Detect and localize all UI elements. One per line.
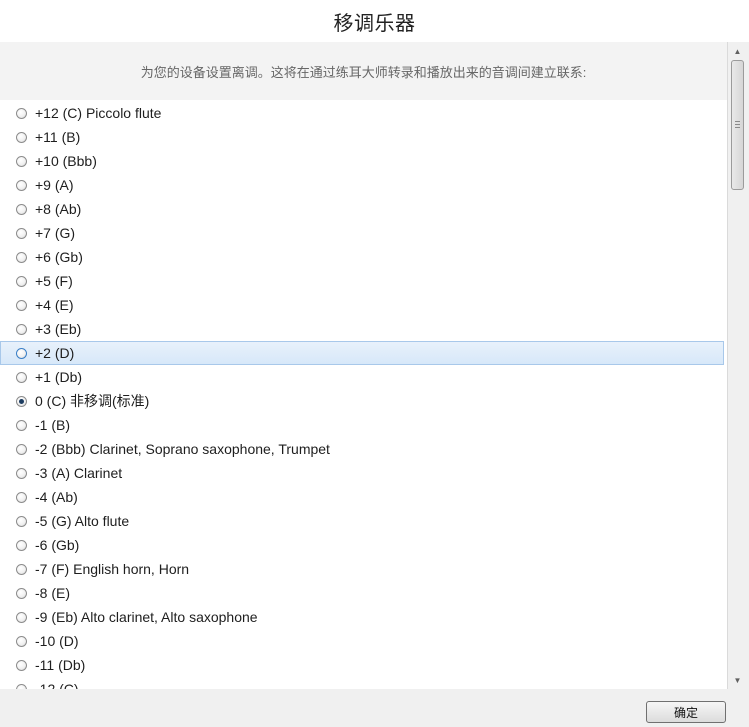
scroll-thumb[interactable]: [731, 60, 744, 190]
grip-line: [735, 127, 740, 128]
radio-unchecked-icon[interactable]: [16, 515, 27, 527]
radio-option[interactable]: -11 (Db): [0, 653, 724, 677]
radio-option-label: -11 (Db): [35, 657, 86, 673]
radio-option[interactable]: -5 (G) Alto flute: [0, 509, 724, 533]
radio-option[interactable]: +6 (Gb): [0, 245, 724, 269]
radio-option[interactable]: +3 (Eb): [0, 317, 724, 341]
scroll-up-icon[interactable]: ▲: [730, 43, 745, 59]
radio-group: +12 (C) Piccolo flute +11 (B) +10 (Bbb) +9 …: [0, 101, 727, 689]
radio-unchecked-icon[interactable]: [16, 155, 27, 167]
dialog-description: 为您的设备设置离调。这将在通过练耳大师转录和播放出来的音调间建立联系:: [0, 42, 727, 100]
radio-option[interactable]: +9 (A): [0, 173, 724, 197]
radio-unchecked-icon[interactable]: [16, 107, 27, 119]
radio-option-label: -9 (Eb) Alto clarinet, Alto saxophone: [35, 609, 258, 625]
ok-button[interactable]: 确定: [646, 701, 726, 723]
radio-option[interactable]: +1 (Db): [0, 365, 724, 389]
radio-unchecked-icon[interactable]: [16, 419, 27, 431]
radio-option-label: +1 (Db): [35, 369, 83, 385]
radio-option[interactable]: -6 (Gb): [0, 533, 724, 557]
radio-option-label: +9 (A): [35, 177, 74, 193]
radio-option-label: +4 (E): [35, 297, 74, 313]
dialog-title: 移调乐器: [333, 12, 416, 35]
radio-option-label: +7 (G): [35, 225, 76, 241]
radio-option-label: +11 (B): [35, 129, 81, 145]
radio-unchecked-icon[interactable]: [16, 299, 27, 311]
grip-line: [735, 124, 740, 125]
radio-unchecked-icon[interactable]: [16, 347, 27, 359]
radio-unchecked-icon[interactable]: [16, 443, 27, 455]
radio-option-label: -12 (C): [35, 681, 79, 689]
radio-option-label: +8 (Ab): [35, 201, 82, 217]
radio-option[interactable]: -2 (Bbb) Clarinet, Soprano saxophone, Tr…: [0, 437, 724, 461]
radio-unchecked-icon[interactable]: [16, 563, 27, 575]
dialog-title-bar: 移调乐器: [0, 0, 749, 42]
radio-checked-icon[interactable]: [16, 395, 27, 407]
radio-unchecked-icon[interactable]: [16, 635, 27, 647]
radio-option-label: +6 (Gb): [35, 249, 83, 265]
radio-unchecked-icon[interactable]: [16, 203, 27, 215]
radio-option[interactable]: +2 (D): [0, 341, 724, 365]
radio-option[interactable]: -8 (E): [0, 581, 724, 605]
radio-unchecked-icon[interactable]: [16, 659, 27, 671]
radio-option[interactable]: -10 (D): [0, 629, 724, 653]
radio-option[interactable]: -12 (C): [0, 677, 724, 689]
radio-option-label: -3 (A) Clarinet: [35, 465, 123, 481]
radio-unchecked-icon[interactable]: [16, 611, 27, 623]
radio-option-label: +2 (D): [35, 345, 75, 361]
radio-unchecked-icon[interactable]: [16, 539, 27, 551]
radio-option-label: +12 (C) Piccolo flute: [35, 105, 162, 121]
radio-option-label: -1 (B): [35, 417, 70, 433]
radio-unchecked-icon[interactable]: [16, 179, 27, 191]
radio-option[interactable]: 0 (C) 非移调(标准): [0, 389, 724, 413]
grip-line: [735, 121, 740, 122]
transposition-list[interactable]: +12 (C) Piccolo flute +11 (B) +10 (Bbb) +9 …: [0, 100, 727, 689]
radio-unchecked-icon[interactable]: [16, 323, 27, 335]
radio-unchecked-icon[interactable]: [16, 587, 27, 599]
radio-option[interactable]: +4 (E): [0, 293, 724, 317]
radio-option-label: +10 (Bbb): [35, 153, 97, 169]
radio-option-label: -8 (E): [35, 585, 70, 601]
radio-option[interactable]: +7 (G): [0, 221, 724, 245]
radio-option-label: +5 (F): [35, 273, 73, 289]
radio-option[interactable]: -3 (A) Clarinet: [0, 461, 724, 485]
radio-unchecked-icon[interactable]: [16, 227, 27, 239]
radio-unchecked-icon[interactable]: [16, 371, 27, 383]
radio-option-label: -10 (D): [35, 633, 79, 649]
radio-option[interactable]: +11 (B): [0, 125, 724, 149]
radio-option[interactable]: +8 (Ab): [0, 197, 724, 221]
radio-option-label: 0 (C) 非移调(标准): [35, 393, 150, 409]
radio-option[interactable]: -4 (Ab): [0, 485, 724, 509]
scroll-down-icon[interactable]: ▼: [730, 672, 745, 688]
radio-option[interactable]: +5 (F): [0, 269, 724, 293]
radio-option-label: -7 (F) English horn, Horn: [35, 561, 190, 577]
radio-option-label: -6 (Gb): [35, 537, 80, 553]
radio-option[interactable]: +10 (Bbb): [0, 149, 724, 173]
radio-option-label: -4 (Ab): [35, 489, 78, 505]
radio-option-label: -5 (G) Alto flute: [35, 513, 130, 529]
radio-option-label: +3 (Eb): [35, 321, 82, 337]
radio-option[interactable]: -1 (B): [0, 413, 724, 437]
radio-option[interactable]: -9 (Eb) Alto clarinet, Alto saxophone: [0, 605, 724, 629]
button-bar: 确定: [0, 689, 749, 727]
radio-option-label: -2 (Bbb) Clarinet, Soprano saxophone, Tr…: [35, 441, 330, 457]
radio-unchecked-icon[interactable]: [16, 491, 27, 503]
radio-option[interactable]: +12 (C) Piccolo flute: [0, 101, 724, 125]
radio-unchecked-icon[interactable]: [16, 251, 27, 263]
radio-unchecked-icon[interactable]: [16, 467, 27, 479]
vertical-scrollbar[interactable]: ▲ ▼: [727, 42, 747, 689]
radio-option[interactable]: -7 (F) English horn, Horn: [0, 557, 724, 581]
radio-unchecked-icon[interactable]: [16, 275, 27, 287]
radio-unchecked-icon[interactable]: [16, 131, 27, 143]
